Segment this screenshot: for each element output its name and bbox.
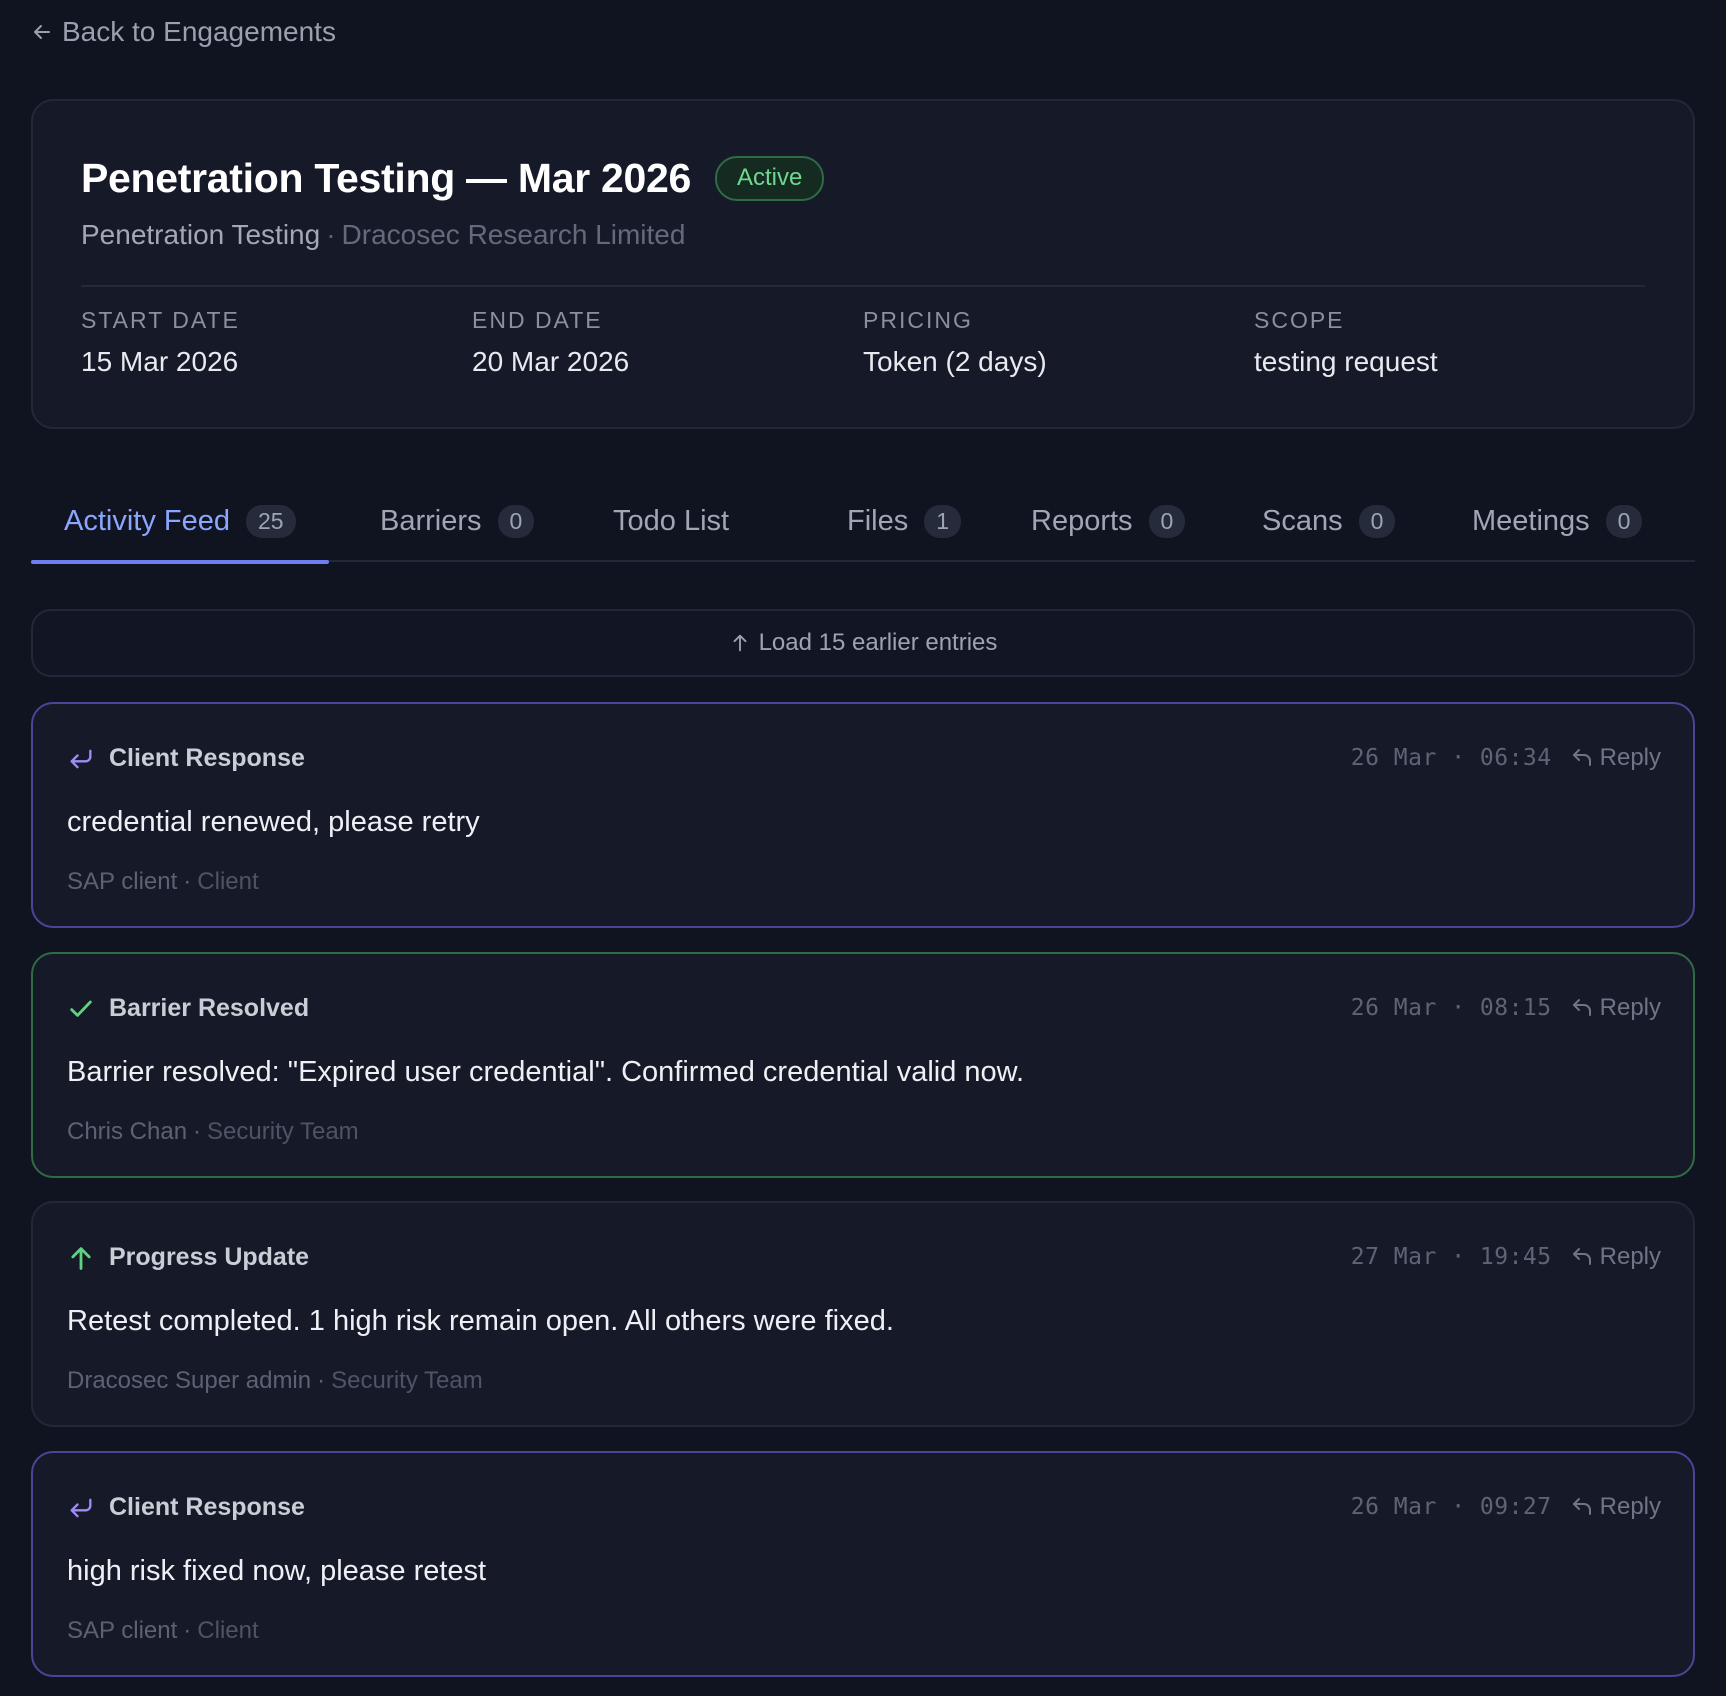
- organization-name: Dracosec Research Limited: [341, 219, 686, 250]
- tab-label: Activity Feed: [64, 504, 230, 537]
- entry-author: Dracosec Super admin: [67, 1367, 312, 1394]
- entry-author-role: Client: [197, 868, 259, 895]
- meta-label: SCOPE: [1254, 307, 1345, 333]
- arrow-left-icon: [34, 25, 50, 39]
- tab-label: Scans: [1262, 504, 1343, 537]
- meta-label: PRICING: [863, 307, 973, 333]
- page-title: Penetration Testing — Mar 2026: [81, 155, 691, 201]
- entry-timestamp: 27 Mar · 19:45: [1350, 1244, 1552, 1270]
- entry-message: credential renewed, please retry: [67, 806, 480, 838]
- tab-count-badge: 0: [1358, 504, 1396, 538]
- reply-icon: [1572, 999, 1591, 1016]
- entry-timestamp: 26 Mar · 06:34: [1350, 745, 1552, 771]
- tab-count-badge: 1: [924, 504, 962, 538]
- engagement-meta: START DATE 15 Mar 2026 END DATE 20 Mar 2…: [81, 307, 1645, 378]
- entry-type: Progress Update: [109, 1243, 310, 1271]
- meta-label: END DATE: [472, 307, 603, 333]
- separator-dot: ·: [317, 1367, 326, 1394]
- entry-author-line: SAP client · Client: [67, 868, 259, 896]
- entry-author: Chris Chan: [67, 1118, 188, 1145]
- entry-message: Retest completed. 1 high risk remain ope…: [67, 1305, 894, 1337]
- entry-timestamp: 26 Mar · 09:27: [1350, 1494, 1552, 1520]
- reply-label: Reply: [1599, 744, 1661, 771]
- arrow-up-icon: [67, 1244, 95, 1272]
- separator-dot: ·: [183, 868, 192, 895]
- feed-entry: Barrier Resolved 26 Mar · 08:15 Reply Ba…: [31, 952, 1695, 1178]
- meta-value: testing request: [1254, 346, 1438, 377]
- tab-bar: Activity Feed 25 Barriers 0 Todo List Fi…: [31, 480, 1695, 564]
- entry-author-line: SAP client · Client: [67, 1617, 259, 1645]
- meta-end-date: END DATE 20 Mar 2026: [472, 307, 863, 378]
- reply-icon: [1572, 1498, 1591, 1515]
- reply-arrow-icon: [67, 1494, 95, 1522]
- tab-meetings[interactable]: Meetings 0: [1472, 480, 1643, 562]
- reply-label: Reply: [1599, 994, 1661, 1021]
- entry-author-line: Dracosec Super admin · Security Team: [67, 1367, 483, 1395]
- tab-scans[interactable]: Scans 0: [1262, 480, 1396, 562]
- reply-arrow-icon: [67, 745, 95, 773]
- reply-icon: [1572, 1248, 1591, 1265]
- meta-start-date: START DATE 15 Mar 2026: [81, 307, 472, 378]
- load-earlier-button[interactable]: Load 15 earlier entries: [31, 609, 1695, 677]
- reply-label: Reply: [1599, 1493, 1661, 1520]
- entry-author: SAP client: [67, 1617, 178, 1644]
- reply-label: Reply: [1599, 1243, 1661, 1270]
- feed-entry: Client Response 26 Mar · 09:27 Reply hig…: [31, 1451, 1695, 1677]
- header-divider: [81, 285, 1645, 287]
- entry-author-role: Security Team: [331, 1367, 483, 1394]
- tab-count-badge: 0: [1148, 504, 1186, 538]
- meta-label: START DATE: [81, 307, 240, 333]
- back-link-label: Back to Engagements: [62, 16, 336, 47]
- tab-label: Reports: [1031, 504, 1133, 537]
- tab-label: Files: [847, 504, 909, 537]
- entry-author-line: Chris Chan · Security Team: [67, 1118, 359, 1146]
- meta-pricing: PRICING Token (2 days): [863, 307, 1254, 378]
- separator-dot: ·: [183, 1617, 192, 1644]
- engagement-page: Back to Engagements Penetration Testing …: [0, 0, 1726, 1696]
- tab-todo-list[interactable]: Todo List: [613, 480, 729, 562]
- tab-barriers[interactable]: Barriers 0: [380, 480, 535, 562]
- feed-entry: Progress Update 27 Mar · 19:45 Reply Ret…: [31, 1201, 1695, 1427]
- entry-type: Barrier Resolved: [109, 994, 310, 1022]
- meta-value: Token (2 days): [863, 346, 1047, 377]
- entry-message: high risk fixed now, please retest: [67, 1555, 487, 1587]
- entry-type: Client Response: [109, 744, 305, 772]
- service-name: Penetration Testing: [81, 219, 321, 250]
- tab-count-badge: 25: [246, 504, 296, 538]
- reply-button[interactable]: Reply: [1570, 1493, 1661, 1521]
- reply-button[interactable]: Reply: [1570, 744, 1661, 772]
- entry-author: SAP client: [67, 868, 178, 895]
- reply-button[interactable]: Reply: [1570, 994, 1661, 1022]
- entry-timestamp: 26 Mar · 08:15: [1350, 995, 1552, 1021]
- status-badge: Active: [714, 156, 825, 201]
- tab-label: Meetings: [1472, 504, 1590, 537]
- separator-dot: ·: [326, 219, 336, 250]
- arrow-up-icon: [733, 634, 746, 652]
- check-icon: [67, 995, 95, 1023]
- reply-button[interactable]: Reply: [1570, 1243, 1661, 1271]
- meta-value: 15 Mar 2026: [81, 346, 239, 377]
- meta-value: 20 Mar 2026: [472, 346, 630, 377]
- tab-count-badge: 0: [1605, 504, 1643, 538]
- tab-label: Todo List: [613, 504, 730, 537]
- entry-message: Barrier resolved: "Expired user credenti…: [67, 1056, 1025, 1088]
- engagement-subtitle: Penetration Testing · Dracosec Research Li…: [81, 219, 685, 251]
- entry-author-role: Client: [197, 1617, 259, 1644]
- load-earlier-label: Load 15 earlier entries: [758, 629, 998, 656]
- tab-activity-feed[interactable]: Activity Feed 25: [31, 480, 329, 564]
- tab-reports[interactable]: Reports 0: [1031, 480, 1186, 562]
- separator-dot: ·: [193, 1118, 202, 1145]
- reply-icon: [1572, 749, 1591, 766]
- entry-type: Client Response: [109, 1493, 305, 1521]
- meta-scope: SCOPE testing request: [1254, 307, 1645, 378]
- tab-label: Barriers: [380, 504, 482, 537]
- tab-files[interactable]: Files 1: [847, 480, 962, 562]
- entry-author-role: Security Team: [207, 1118, 359, 1145]
- engagement-header-card: Penetration Testing — Mar 2026 Active Pe…: [31, 99, 1695, 429]
- tab-count-badge: 0: [497, 504, 535, 538]
- back-to-engagements-link[interactable]: Back to Engagements: [30, 12, 336, 52]
- feed-entry: Client Response 26 Mar · 06:34 Reply cre…: [31, 702, 1695, 928]
